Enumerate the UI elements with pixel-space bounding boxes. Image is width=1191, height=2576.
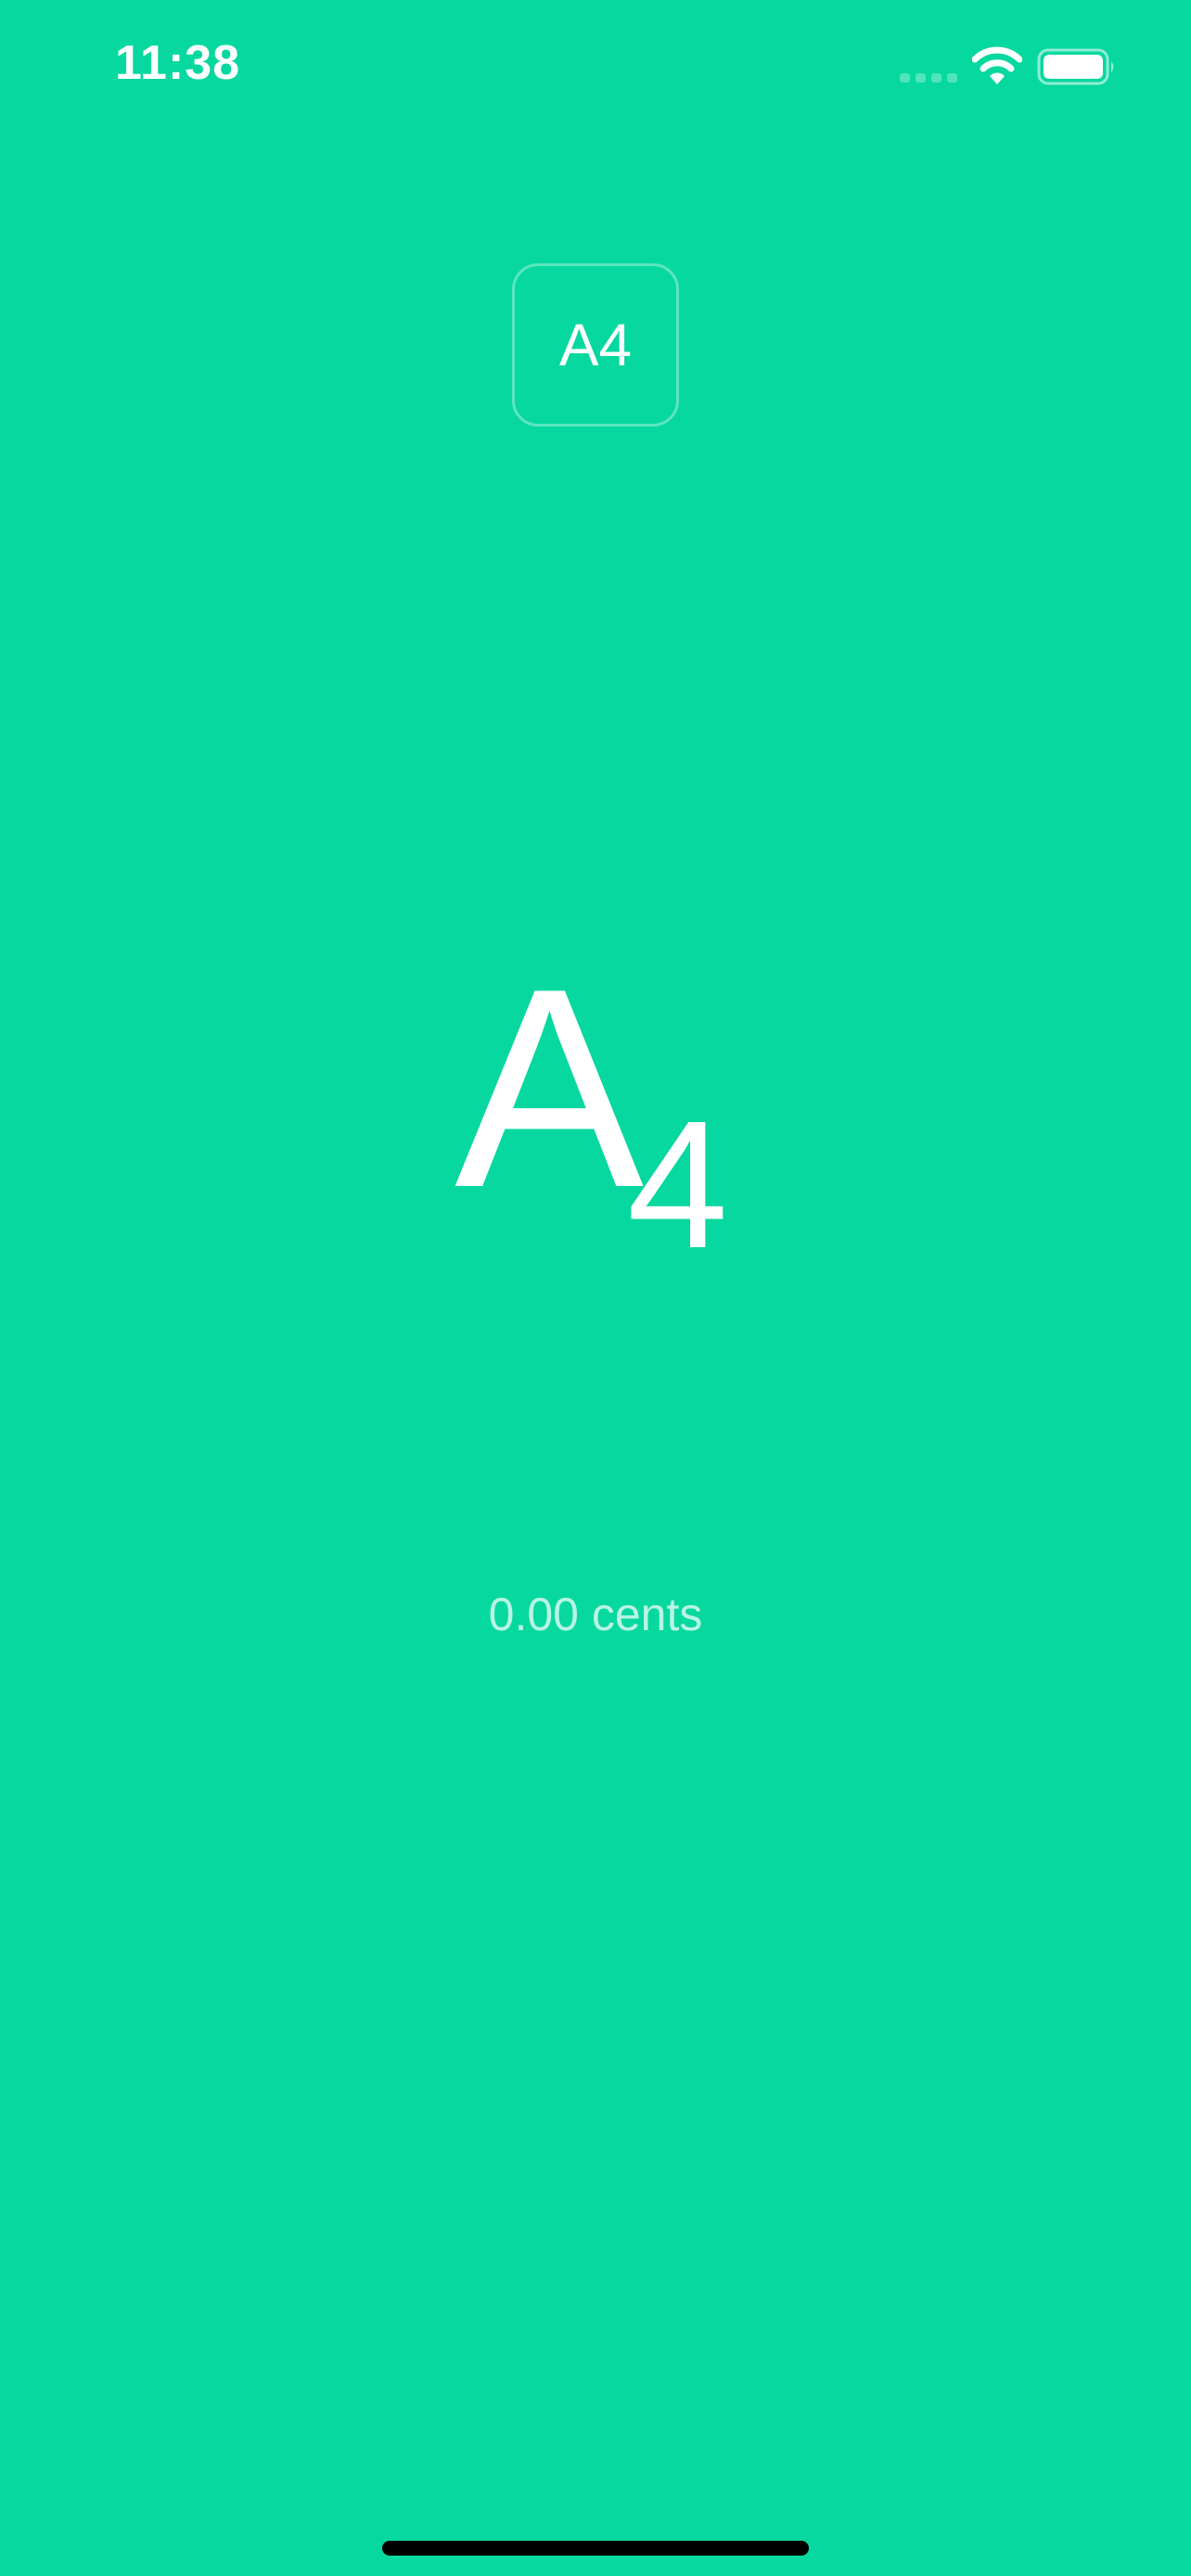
note-letter: A [455, 929, 645, 1246]
home-indicator[interactable] [382, 2541, 809, 2556]
note-octave: 4 [627, 1083, 729, 1286]
reference-note-button[interactable]: A4 [512, 263, 679, 427]
signal-icon [900, 73, 957, 83]
wifi-icon [972, 46, 1022, 84]
reference-note-label: A4 [558, 312, 633, 378]
cents-readout: 0.00 cents [488, 1588, 703, 1640]
status-time: 11:38 [115, 36, 241, 90]
status-bar: 11:38 [0, 0, 1191, 130]
battery-icon [1037, 48, 1114, 85]
